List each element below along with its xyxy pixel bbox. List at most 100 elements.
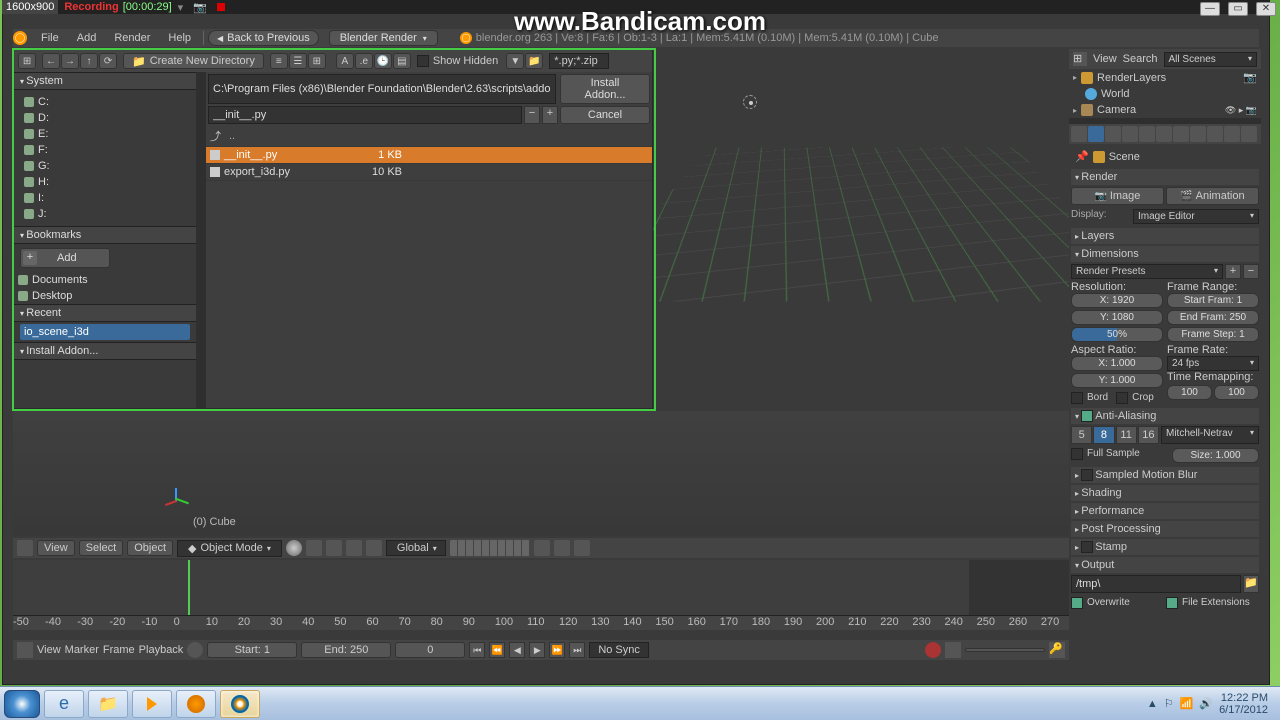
sync-mode-select[interactable]: No Sync bbox=[589, 642, 649, 658]
lock-camera-icon[interactable] bbox=[534, 540, 550, 556]
render-preview-icon[interactable] bbox=[574, 540, 590, 556]
drive-item[interactable]: E: bbox=[20, 126, 190, 142]
taskbar-music[interactable] bbox=[176, 690, 216, 718]
add-bookmark-button[interactable]: +Add bbox=[20, 248, 110, 268]
outliner-camera[interactable]: ▸Camera👁 ▸ 📷 bbox=[1069, 102, 1261, 118]
aa-filter-select[interactable]: Mitchell-Netrav bbox=[1161, 426, 1259, 444]
camera-icon[interactable]: 📷 bbox=[193, 1, 207, 14]
record-stop-icon[interactable] bbox=[217, 3, 225, 11]
install-addon-panel-header[interactable]: Install Addon... bbox=[14, 342, 196, 360]
ol-menu-search[interactable]: Search bbox=[1123, 53, 1158, 65]
aa-check[interactable] bbox=[1081, 410, 1093, 422]
tray-up-icon[interactable]: ▲ bbox=[1147, 698, 1158, 710]
install-addon-button[interactable]: Install Addon... bbox=[560, 74, 650, 104]
current-frame-field[interactable]: 0 bbox=[395, 642, 465, 658]
menu-file[interactable]: File bbox=[33, 30, 67, 46]
tray-network-icon[interactable]: 📶 bbox=[1180, 697, 1194, 710]
play-reverse-button[interactable]: ◀ bbox=[509, 642, 525, 658]
tl-menu-playback[interactable]: Playback bbox=[139, 644, 184, 656]
taskbar-blender[interactable] bbox=[220, 690, 260, 718]
display-mode-select[interactable]: Image Editor bbox=[1133, 209, 1259, 224]
pivot-point-icon[interactable] bbox=[306, 540, 322, 556]
nav-up-button[interactable]: ↑ bbox=[80, 53, 98, 69]
frame-step-field[interactable]: Frame Step: 1 bbox=[1167, 327, 1259, 342]
smb-check[interactable] bbox=[1081, 469, 1093, 481]
render-presets-select[interactable]: Render Presets bbox=[1071, 264, 1223, 279]
windows-taskbar[interactable]: e 📁 ▲ ⚐ 📶 🔊 12:22 PM 6/17/2012 bbox=[0, 686, 1280, 720]
aa-sample-button[interactable]: 16 bbox=[1138, 426, 1159, 444]
file-row[interactable]: __init__.py1 KB bbox=[206, 147, 652, 164]
tab-render-icon[interactable] bbox=[1071, 126, 1087, 142]
vp-menu-view[interactable]: View bbox=[37, 540, 75, 556]
aa-sample-button[interactable]: 8 bbox=[1093, 426, 1114, 444]
parent-dir-row[interactable]: .. bbox=[206, 126, 652, 147]
shading-panel-header[interactable]: Shading bbox=[1071, 485, 1259, 501]
crop-check[interactable] bbox=[1116, 392, 1128, 404]
filter-toggle-icon[interactable]: ▼ bbox=[506, 53, 524, 69]
tray-volume-icon[interactable]: 🔊 bbox=[1199, 697, 1213, 710]
recent-item[interactable]: io_scene_i3d bbox=[20, 324, 190, 340]
start-button[interactable] bbox=[4, 690, 40, 718]
taskbar-wmp[interactable] bbox=[132, 690, 172, 718]
preset-add-button[interactable]: + bbox=[1225, 264, 1241, 279]
editor-type-icon[interactable]: ⊞ bbox=[18, 53, 36, 69]
stamp-check[interactable] bbox=[1081, 541, 1093, 553]
timeline-editor[interactable]: -50-40-30-20-100102030405060708090100110… bbox=[13, 560, 1069, 638]
drive-item[interactable]: C: bbox=[20, 94, 190, 110]
keying-set-icon[interactable] bbox=[945, 642, 961, 658]
full-sample-check[interactable] bbox=[1071, 448, 1083, 460]
vp-menu-object[interactable]: Object bbox=[127, 540, 173, 556]
nav-refresh-button[interactable]: ⟳ bbox=[99, 53, 117, 69]
cancel-button[interactable]: Cancel bbox=[560, 106, 650, 124]
render-engine-select[interactable]: Blender Render bbox=[329, 30, 438, 46]
path-input[interactable] bbox=[208, 74, 556, 104]
stamp-panel-header[interactable]: Stamp bbox=[1071, 539, 1259, 555]
system-tray[interactable]: ▲ ⚐ 📶 🔊 12:22 PM 6/17/2012 bbox=[1147, 692, 1276, 716]
drive-item[interactable]: I: bbox=[20, 190, 190, 206]
end-frame-field[interactable]: End: 250 bbox=[301, 642, 391, 658]
drive-item[interactable]: J: bbox=[20, 206, 190, 222]
outliner-world[interactable]: World bbox=[1069, 86, 1261, 102]
tab-modifiers-icon[interactable] bbox=[1156, 126, 1172, 142]
taskbar-ie[interactable]: e bbox=[44, 690, 84, 718]
jump-start-button[interactable]: ⏮ bbox=[469, 642, 485, 658]
keyframe-prev-button[interactable]: ⏪ bbox=[489, 642, 505, 658]
tab-object-icon[interactable] bbox=[1122, 126, 1138, 142]
shading-solid-icon[interactable] bbox=[286, 540, 302, 556]
sort-alpha-icon[interactable]: A bbox=[336, 53, 354, 69]
bandicam-dropdown-icon[interactable]: ▾ bbox=[178, 1, 184, 14]
bookmarks-panel-header[interactable]: Bookmarks bbox=[14, 226, 196, 244]
outliner-display-mode[interactable]: All Scenes bbox=[1164, 52, 1257, 67]
minimize-button[interactable]: — bbox=[1200, 2, 1220, 16]
fps-select[interactable]: 24 fps bbox=[1167, 356, 1259, 371]
drive-item[interactable]: F: bbox=[20, 142, 190, 158]
tab-world-icon[interactable] bbox=[1105, 126, 1121, 142]
pin-icon[interactable]: 📌 bbox=[1075, 150, 1089, 163]
maximize-button[interactable]: ▭ bbox=[1228, 2, 1248, 16]
aa-panel-header[interactable]: Anti-Aliasing bbox=[1071, 408, 1259, 424]
nav-fwd-button[interactable]: → bbox=[61, 53, 79, 69]
drive-item[interactable]: D: bbox=[20, 110, 190, 126]
layers-panel-header[interactable]: Layers bbox=[1071, 228, 1259, 244]
frame-end-field[interactable]: End Fram: 250 bbox=[1167, 310, 1259, 325]
aspect-y-field[interactable]: Y: 1.000 bbox=[1071, 373, 1163, 388]
drive-item[interactable]: H: bbox=[20, 174, 190, 190]
editor-type-timeline-icon[interactable] bbox=[17, 642, 33, 658]
tab-texture-icon[interactable] bbox=[1207, 126, 1223, 142]
frame-start-field[interactable]: Start Fram: 1 bbox=[1167, 293, 1259, 308]
overwrite-check[interactable] bbox=[1071, 597, 1083, 609]
ol-menu-view[interactable]: View bbox=[1093, 53, 1117, 65]
filename-input[interactable] bbox=[208, 106, 522, 124]
lamp-object-icon[interactable] bbox=[743, 95, 757, 109]
orientation-select[interactable]: Global bbox=[386, 540, 446, 556]
scene-breadcrumb[interactable]: 📌Scene bbox=[1071, 146, 1259, 167]
border-check[interactable] bbox=[1071, 392, 1083, 404]
sort-time-icon[interactable]: 🕒 bbox=[374, 53, 392, 69]
remap-new-field[interactable]: 100 bbox=[1214, 385, 1259, 400]
tab-particles-icon[interactable] bbox=[1224, 126, 1240, 142]
tab-material-icon[interactable] bbox=[1190, 126, 1206, 142]
vp-menu-select[interactable]: Select bbox=[79, 540, 124, 556]
keyframe-next-button[interactable]: ⏩ bbox=[549, 642, 565, 658]
nav-back-button[interactable]: ← bbox=[42, 53, 60, 69]
render-panel-header[interactable]: Render bbox=[1071, 169, 1259, 185]
